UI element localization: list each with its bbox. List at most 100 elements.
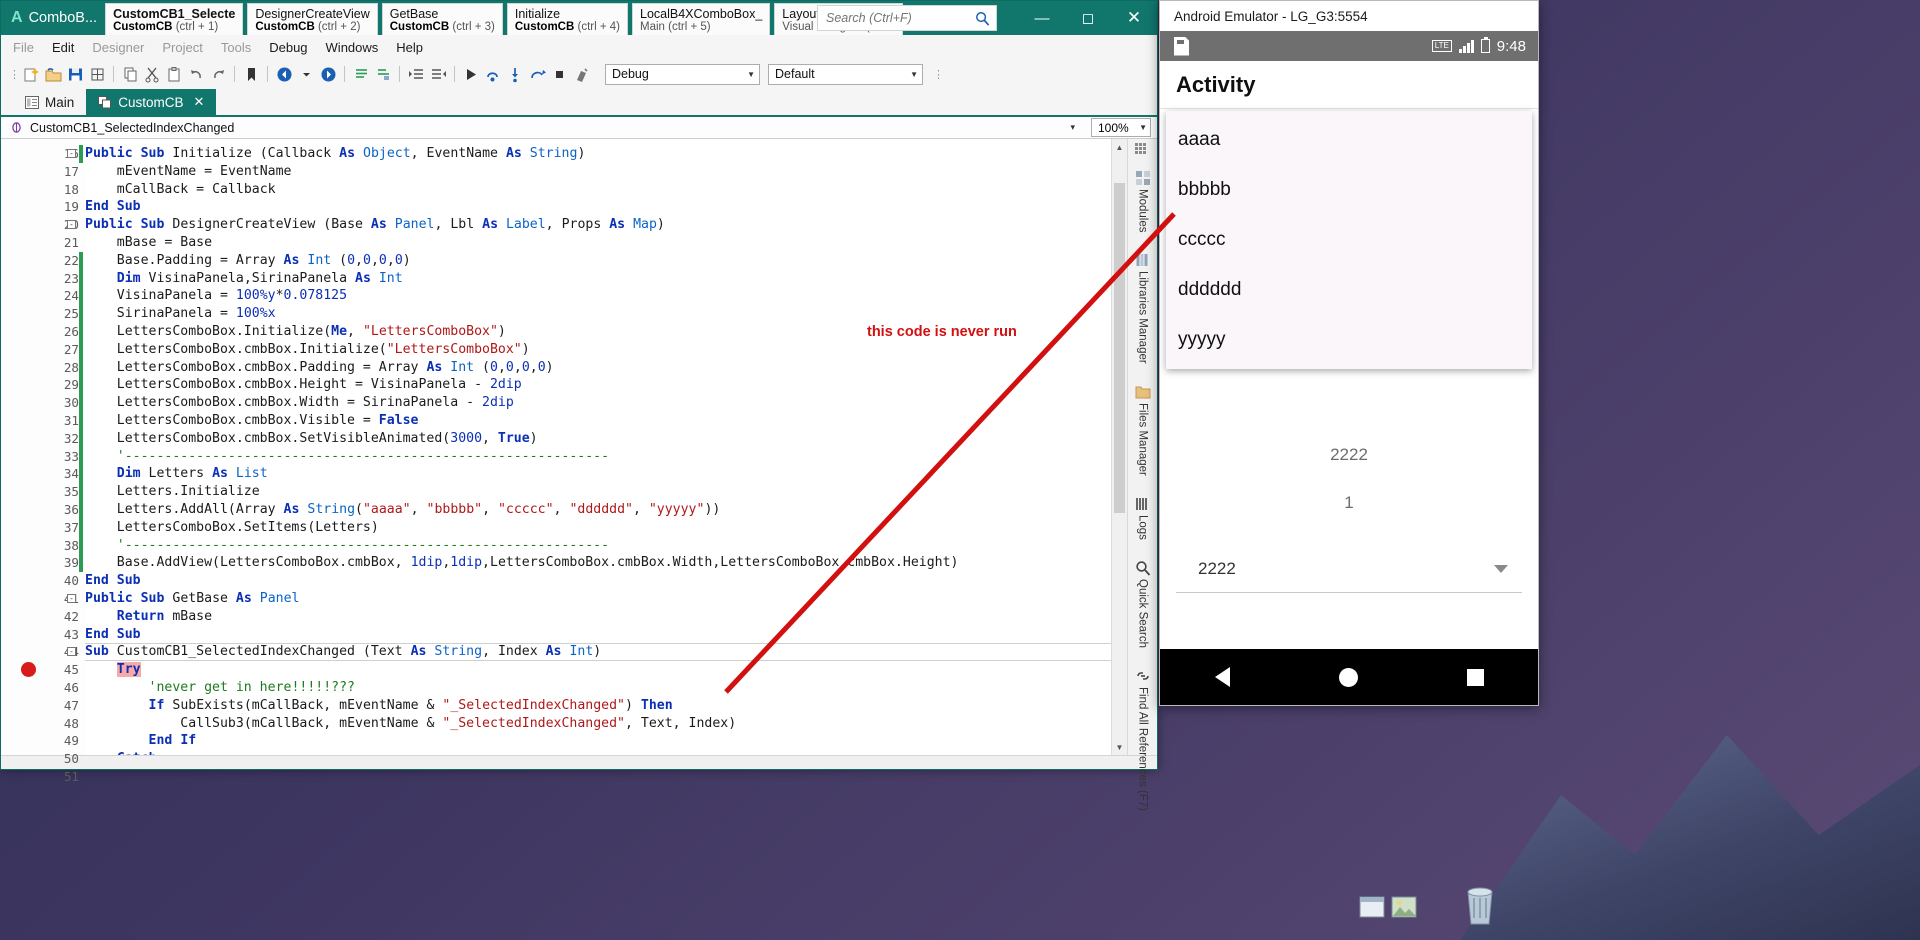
menu-item-project[interactable]: Project — [162, 40, 202, 55]
search-input[interactable] — [824, 10, 969, 26]
open-project-icon[interactable] — [43, 64, 63, 84]
emulator-nav-bar — [1160, 649, 1538, 705]
rail-item-logs[interactable]: Logs — [1135, 490, 1151, 550]
rail-item-quick-search[interactable]: Quick Search — [1135, 554, 1151, 658]
menu-item-file[interactable]: File — [13, 40, 34, 55]
rail-item-modules[interactable]: Modules — [1135, 164, 1151, 242]
rail-item-files-manager[interactable]: Files Manager — [1135, 378, 1151, 486]
clock-label: 9:48 — [1496, 37, 1526, 55]
editor-vertical-scrollbar[interactable]: ▲ ▼ — [1111, 139, 1127, 755]
copy-icon[interactable] — [120, 64, 140, 84]
rail-item-find-all-references[interactable]: Find All References (F7) — [1135, 662, 1151, 821]
line-number: 31 — [63, 413, 79, 428]
menu-item-windows[interactable]: Windows — [326, 40, 379, 55]
save-icon[interactable] — [65, 64, 85, 84]
undo-icon[interactable] — [186, 64, 206, 84]
dropdown-item[interactable]: aaaa — [1166, 115, 1532, 165]
step-out-icon[interactable] — [527, 64, 547, 84]
toolbar-separator — [399, 66, 400, 82]
line-number: 27 — [63, 341, 79, 357]
dropdown-item[interactable]: ccccc — [1166, 215, 1532, 265]
fold-toggle-icon[interactable]: - — [67, 149, 76, 158]
breadcrumb-method[interactable]: CustomCB1_SelectedIndexChanged — [30, 121, 234, 135]
tab-main[interactable]: Main — [13, 89, 86, 115]
app-logo-icon: A — [11, 9, 23, 26]
paste-icon[interactable] — [164, 64, 184, 84]
redo-icon[interactable] — [208, 64, 228, 84]
cut-icon[interactable] — [142, 64, 162, 84]
outdent-icon[interactable] — [428, 64, 448, 84]
menu-item-edit[interactable]: Edit — [52, 40, 74, 55]
combobox-spinner[interactable]: 2222 — [1176, 545, 1522, 593]
jump-card-initialize[interactable]: Initialize CustomCB (ctrl + 4) — [506, 3, 628, 35]
scroll-up-icon[interactable]: ▲ — [1112, 139, 1127, 155]
dropdown-item[interactable]: dddddd — [1166, 265, 1532, 315]
line-number: 49 — [63, 733, 79, 749]
activity-title: Activity — [1160, 61, 1538, 109]
back-icon[interactable] — [1214, 667, 1230, 687]
scrollbar-thumb[interactable] — [1114, 183, 1125, 513]
build-target-select[interactable]: Default ▼ — [768, 63, 923, 85]
menu-item-debug[interactable]: Debug — [269, 40, 307, 55]
app-identity: A ComboB... — [7, 5, 105, 35]
search-replace-icon[interactable] — [87, 64, 107, 84]
toolbar-separator — [234, 66, 235, 82]
list-item: 1 — [1344, 493, 1354, 512]
change-marker — [79, 340, 83, 359]
tool-rail: Modules Libraries Manager Files Manager — [1127, 139, 1157, 811]
bookmark-icon[interactable] — [241, 64, 261, 84]
recycle-bin-icon[interactable] — [1454, 880, 1506, 928]
indent-icon[interactable] — [406, 64, 426, 84]
jump-card-designercreateview[interactable]: DesignerCreateView CustomCB (ctrl + 2) — [247, 3, 378, 35]
dropdown-arrow-icon — [1494, 564, 1508, 573]
scroll-down-icon[interactable]: ▼ — [1112, 739, 1127, 755]
build-configuration-select[interactable]: Debug ▼ — [605, 63, 760, 85]
comment-block-icon[interactable] — [351, 64, 371, 84]
jump-card-localb4xcombobox[interactable]: LocalB4XComboBox_ Main (ctrl + 5) — [632, 3, 771, 35]
dropdown-item[interactable]: bbbbb — [1166, 165, 1532, 215]
new-project-icon[interactable] — [21, 64, 41, 84]
combobox-dropdown-popup[interactable]: aaaa bbbbb ccccc dddddd yyyyy — [1166, 111, 1532, 369]
folder-icon — [1135, 386, 1150, 399]
menu-item-tools[interactable]: Tools — [221, 40, 251, 55]
home-icon[interactable] — [1338, 667, 1358, 687]
menu-item-help[interactable]: Help — [396, 40, 423, 55]
step-over-icon[interactable] — [483, 64, 503, 84]
recent-apps-icon[interactable] — [1466, 668, 1484, 686]
uncomment-block-icon[interactable] — [373, 64, 393, 84]
tab-close-icon[interactable]: ✕ — [194, 94, 205, 110]
forward-nav-icon[interactable] — [318, 64, 338, 84]
minimize-icon[interactable]: — — [1019, 1, 1065, 35]
app-window-icon[interactable] — [1359, 896, 1385, 920]
stop-icon[interactable] — [549, 64, 569, 84]
change-marker — [79, 412, 83, 430]
maximize-icon[interactable]: ◻ — [1065, 1, 1111, 35]
chevron-down-icon[interactable]: ▾ — [1070, 122, 1083, 133]
back-nav-icon[interactable] — [274, 64, 294, 84]
step-into-icon[interactable] — [505, 64, 525, 84]
line-number: 26 — [63, 324, 79, 339]
fold-toggle-icon[interactable]: - — [67, 220, 76, 230]
rail-item-libraries-manager[interactable]: Libraries Manager — [1135, 246, 1151, 374]
search-box[interactable] — [817, 5, 997, 31]
fold-toggle-icon[interactable]: - — [67, 594, 76, 603]
close-icon[interactable]: ✕ — [1111, 1, 1157, 35]
code-text[interactable]: Public Sub Initialize (Callback As Objec… — [85, 139, 1111, 755]
chevron-down-icon[interactable] — [296, 64, 316, 84]
emulator-screen[interactable]: Activity 2222 1 2222 aaaa bbbbb ccccc dd… — [1160, 61, 1538, 649]
code-surface[interactable]: Public Sub Initialize (Callback As Objec… — [85, 139, 1111, 755]
rail-grip-icon[interactable] — [1134, 143, 1151, 154]
dropdown-item[interactable]: yyyyy — [1166, 315, 1532, 365]
jump-card-customcb1-selectedindexchanged[interactable]: CustomCB1_Selecte CustomCB (ctrl + 1) — [105, 3, 244, 35]
fold-toggle-icon[interactable]: - — [67, 647, 76, 657]
clean-icon[interactable] — [571, 64, 591, 84]
toolbar-overflow-icon[interactable]: ⋮ — [933, 68, 944, 81]
editor-zoom-select[interactable]: 100% ▼ — [1091, 118, 1151, 137]
breakpoint-marker[interactable] — [21, 662, 36, 678]
toolbar: ⋮ Debug ▼ Default ▼ ⋮ — [1, 59, 1157, 89]
run-icon[interactable] — [461, 64, 481, 84]
menu-item-designer[interactable]: Designer — [92, 40, 144, 55]
image-icon[interactable] — [1391, 896, 1417, 920]
tab-customcb[interactable]: CustomCB ✕ — [86, 89, 217, 115]
jump-card-getbase[interactable]: GetBase CustomCB (ctrl + 3) — [381, 3, 503, 35]
